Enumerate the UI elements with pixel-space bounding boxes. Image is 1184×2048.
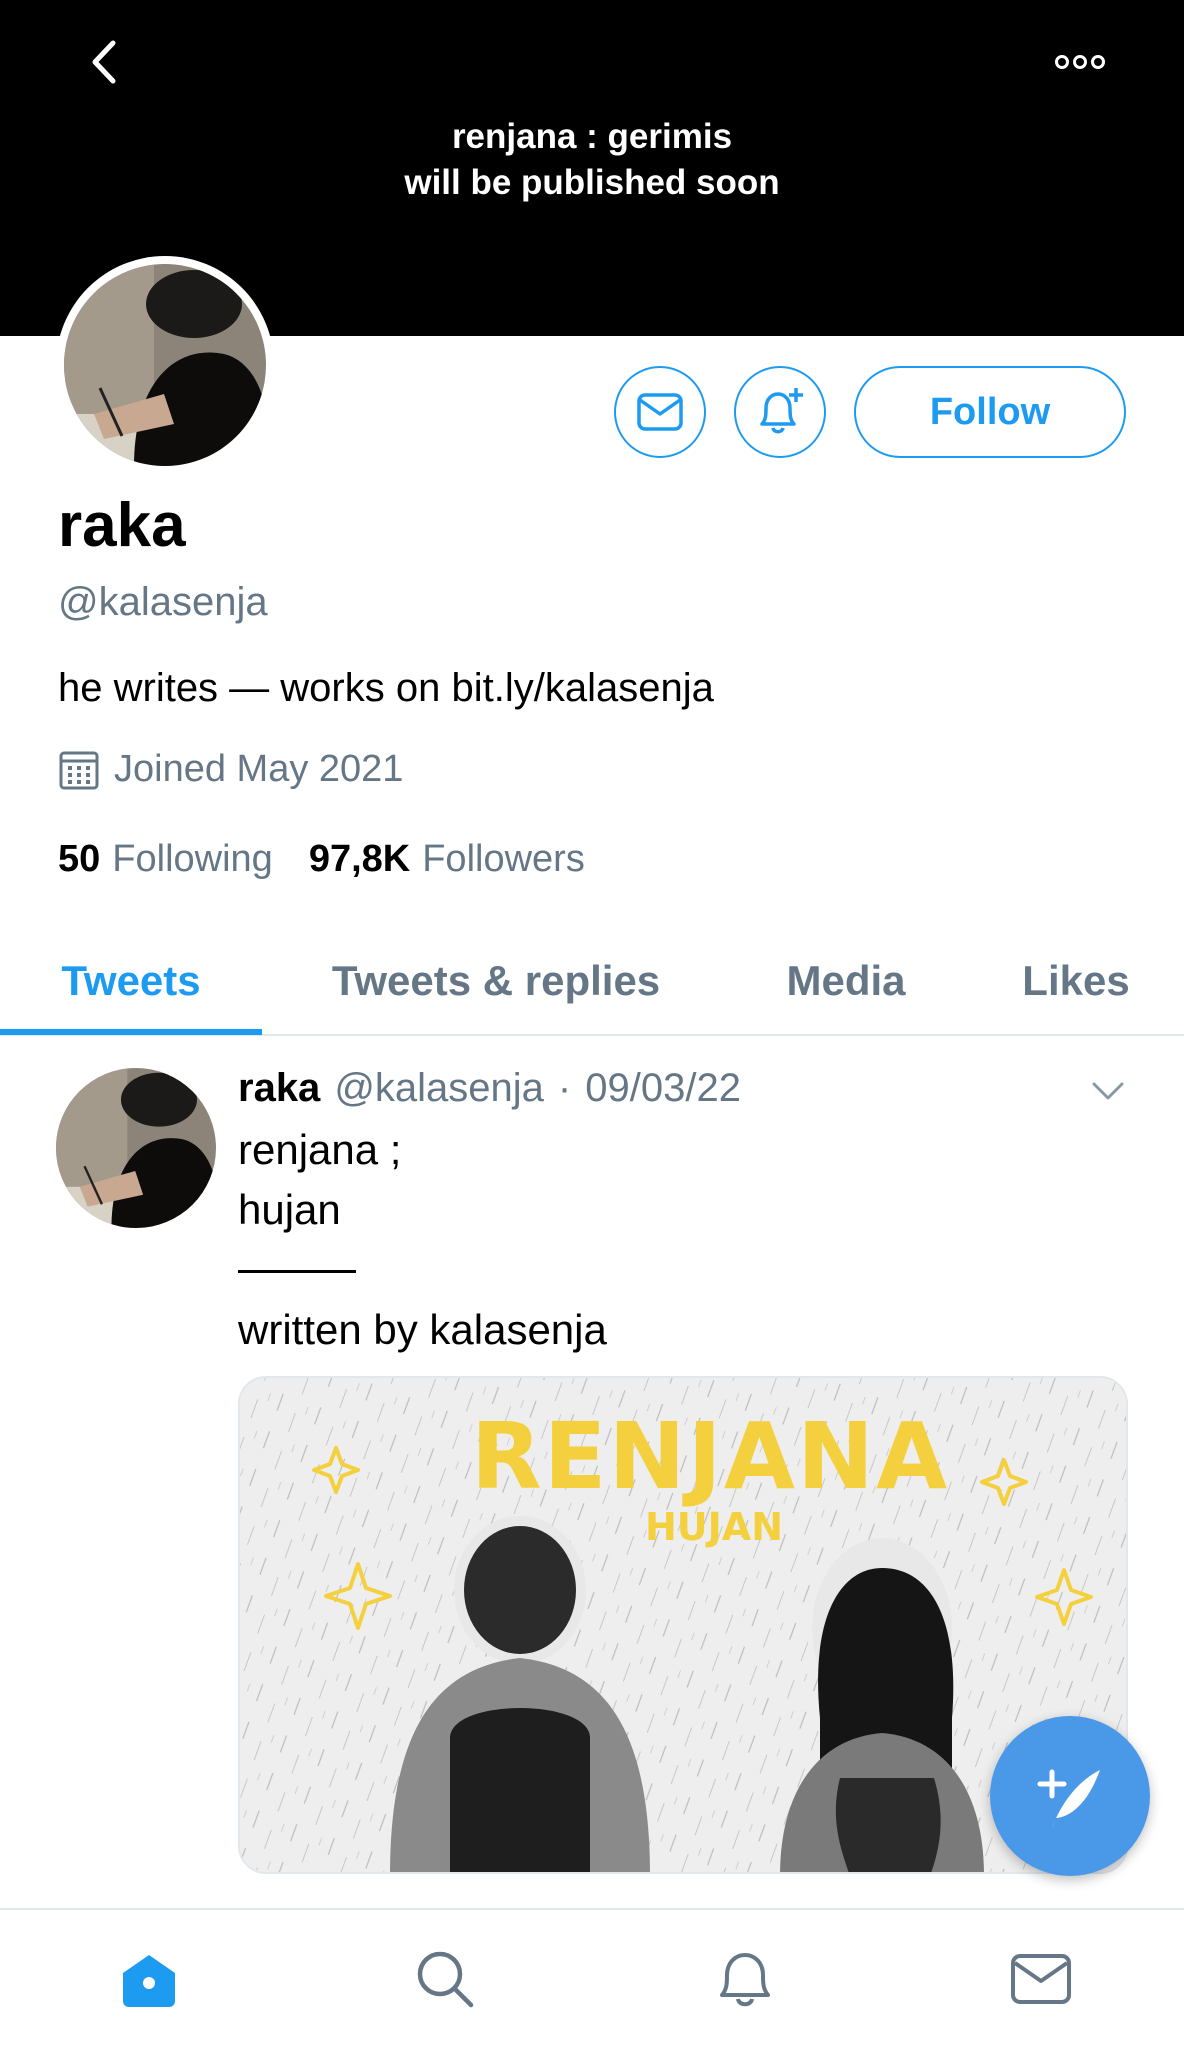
notify-button[interactable] xyxy=(734,366,826,458)
active-tab-indicator xyxy=(0,1029,262,1035)
tweet-text-divider xyxy=(238,1270,356,1273)
avatar-photo xyxy=(64,264,266,466)
home-icon xyxy=(123,1955,175,2007)
more-button[interactable] xyxy=(1052,42,1108,82)
chevron-down-icon[interactable] xyxy=(1090,1076,1126,1106)
tab-likes[interactable]: Likes xyxy=(1004,928,1148,1034)
tweet-author-name[interactable]: raka xyxy=(238,1066,320,1111)
followers-label: Followers xyxy=(422,838,585,880)
tweet-avatar-photo xyxy=(56,1068,216,1228)
tweet-header: raka @kalasenja · 09/03/22 xyxy=(238,1066,741,1111)
mail-icon xyxy=(637,393,683,431)
nav-search[interactable] xyxy=(410,1944,480,2014)
tweet-date[interactable]: 09/03/22 xyxy=(585,1066,741,1111)
profile-bio: he writes — works on bit.ly/kalasenja xyxy=(58,666,714,710)
profile-tabs: Tweets Tweets & replies Media Likes xyxy=(0,928,1184,1036)
tab-media[interactable]: Media xyxy=(760,928,932,1034)
followers-link[interactable]: 97,8K Followers xyxy=(309,838,585,881)
media-subtitle-text: HUJAN xyxy=(645,1505,783,1549)
joined-date: Joined May 2021 xyxy=(58,748,403,791)
compose-tweet-button[interactable] xyxy=(990,1716,1150,1876)
profile-handle: @kalasenja xyxy=(58,580,268,624)
nav-notifications[interactable] xyxy=(710,1944,780,2014)
nav-home[interactable] xyxy=(114,1944,184,2014)
bell-plus-icon xyxy=(760,388,803,434)
nav-messages[interactable] xyxy=(1006,1944,1076,2014)
tweet-text-line-1: renjana ; xyxy=(238,1126,402,1173)
tweet-text-line-2: hujan xyxy=(238,1186,341,1233)
tab-tweets[interactable]: Tweets xyxy=(0,928,262,1034)
search-icon xyxy=(417,1951,474,2008)
follow-button[interactable]: Follow xyxy=(854,366,1126,458)
bottom-nav xyxy=(0,1908,1184,2048)
message-button[interactable] xyxy=(614,366,706,458)
tweet-separator: · xyxy=(557,1066,572,1110)
follow-stats: 50 Following 97,8K Followers xyxy=(58,838,585,881)
more-dots-icon xyxy=(1055,55,1105,69)
profile-display-name: raka xyxy=(58,491,186,560)
following-label: Following xyxy=(112,838,273,880)
following-count: 50 xyxy=(58,838,101,880)
tweet-text-line-3: written by kalasenja xyxy=(238,1306,607,1353)
chevron-left-icon xyxy=(92,40,116,84)
tab-tweets-replies[interactable]: Tweets & replies xyxy=(296,928,696,1034)
bell-icon xyxy=(720,1953,770,2007)
mail-icon xyxy=(1011,1954,1071,2004)
media-title-text: RENJANA xyxy=(471,1403,949,1510)
profile-avatar[interactable] xyxy=(56,256,274,474)
following-link[interactable]: 50 Following xyxy=(58,838,273,881)
tweet-author-handle[interactable]: @kalasenja xyxy=(334,1066,544,1111)
banner-text: renjana : gerimis will be published soon xyxy=(0,114,1184,206)
followers-count: 97,8K xyxy=(308,838,411,880)
calendar-icon xyxy=(59,751,99,789)
back-button[interactable] xyxy=(78,36,130,88)
banner-line-2: will be published soon xyxy=(404,163,780,202)
feather-plus-icon xyxy=(1037,1769,1100,1828)
tweet-avatar[interactable] xyxy=(56,1068,216,1228)
banner-line-1: renjana : gerimis xyxy=(451,117,733,156)
joined-text: Joined May 2021 xyxy=(114,748,404,790)
